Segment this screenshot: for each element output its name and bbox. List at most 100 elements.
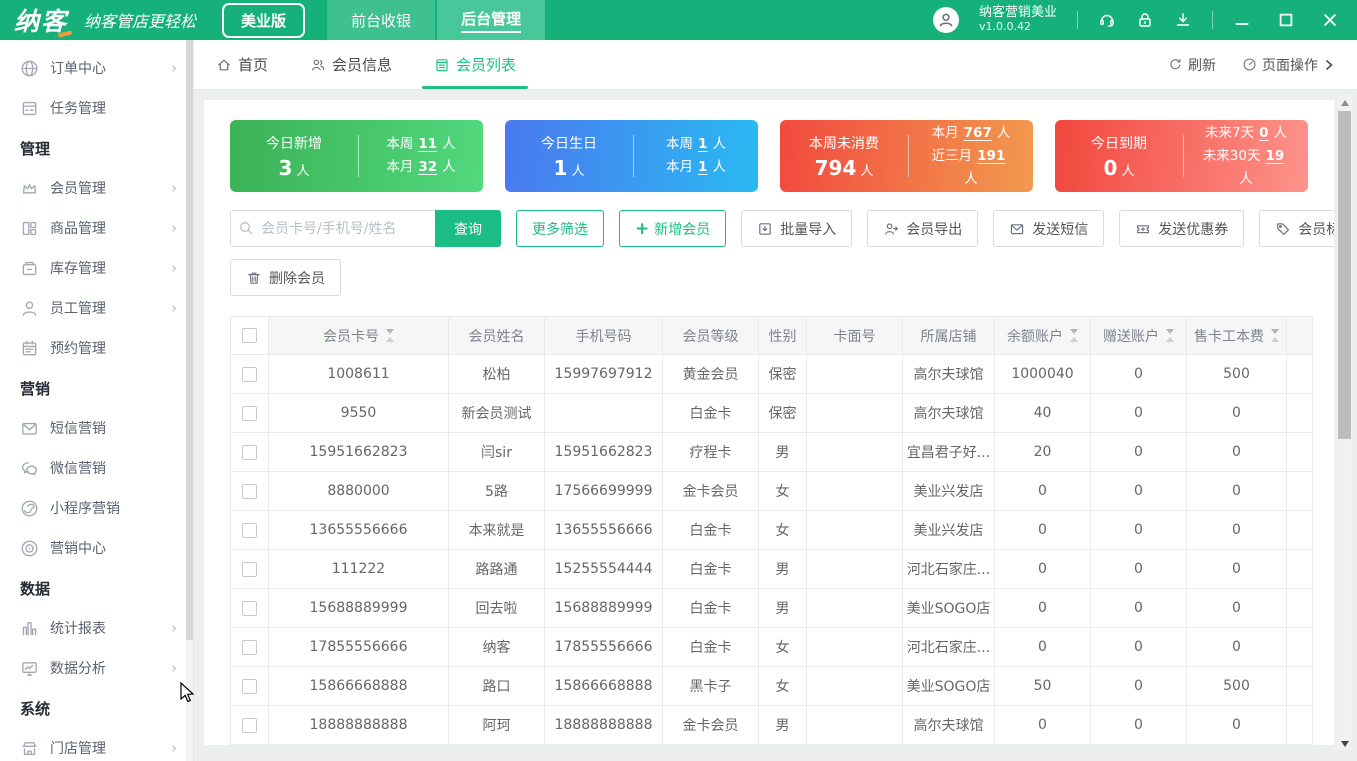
sidebar-item-wechat-marketing[interactable]: 微信营销 — [0, 448, 193, 488]
avatar[interactable] — [932, 7, 959, 33]
nav-tab-front-cashier[interactable]: 前台收银 — [327, 0, 436, 40]
row-checkbox[interactable] — [242, 366, 257, 382]
cell-value: 河北石家庄... — [906, 562, 991, 578]
scroll-down-arrow[interactable] — [1337, 736, 1352, 751]
send-sms-button[interactable]: 发送短信 — [993, 210, 1105, 247]
content-scrollbar[interactable] — [1337, 95, 1352, 751]
member-export-button[interactable]: 会员导出 — [867, 210, 979, 247]
sidebar-item-task-mgmt[interactable]: 任务管理 — [0, 88, 193, 128]
row-checkbox[interactable] — [242, 678, 257, 694]
row-checkbox[interactable] — [242, 522, 257, 538]
sidebar-item-label: 统计报表 — [50, 621, 106, 637]
stat-card-detail: 本周 11 人本月 32 人 — [375, 133, 467, 179]
minimize-icon[interactable] — [1233, 11, 1251, 29]
batch-import-button[interactable]: 批量导入 — [741, 210, 853, 247]
sidebar-item-data-analysis[interactable]: 数据分析 › — [0, 648, 193, 688]
sidebar-item-booking-mgmt[interactable]: 预约管理 — [0, 328, 193, 368]
sidebar-item-member-mgmt[interactable]: 会员管理 › — [0, 168, 193, 208]
sidebar-item-staff-mgmt[interactable]: 员工管理 › — [0, 288, 193, 328]
button-label: 发送短信 — [1032, 221, 1089, 238]
stat-line-value[interactable]: 19 — [1265, 148, 1284, 164]
tab-home[interactable]: 首页 — [216, 40, 268, 89]
member-card-link[interactable]: 15951662823 — [310, 444, 408, 460]
member-card-link[interactable]: 15688889999 — [310, 600, 408, 616]
cell-value: 17566699999 — [554, 483, 653, 499]
sort-icon[interactable] — [1166, 329, 1174, 342]
cell-gender: 女 — [758, 471, 807, 511]
close-icon[interactable] — [1321, 11, 1339, 29]
cell-balance: 1000040 — [994, 354, 1091, 394]
tab-bar: 首页 会员信息 会员列表 刷新 页面操作 — [194, 40, 1357, 90]
sidebar-item-stats-report[interactable]: 统计报表 › — [0, 608, 193, 648]
sidebar-item-marketing-center[interactable]: 营销中心 — [0, 528, 193, 568]
sidebar-item-label: 任务管理 — [50, 101, 106, 117]
sidebar-scrollbar-thumb[interactable] — [186, 40, 193, 640]
toolbar-row-1: 查询 更多筛选 +新增会员 批量导入 会员导出 发送短信 发送优惠券 会员标签 — [230, 210, 1334, 247]
maximize-icon[interactable] — [1277, 11, 1295, 29]
stat-line-value[interactable]: 0 — [1259, 125, 1268, 141]
row-select-cell — [230, 705, 269, 745]
lock-icon[interactable] — [1136, 11, 1154, 29]
member-card-link[interactable]: 1008611 — [327, 366, 389, 382]
cell-phone: 17566699999 — [544, 471, 663, 511]
download-icon[interactable] — [1174, 11, 1192, 29]
sidebar-item-store-mgmt[interactable]: 门店管理 › — [0, 728, 193, 761]
member-card-link[interactable]: 9550 — [341, 405, 377, 421]
sidebar-item-label: 微信营销 — [50, 461, 106, 477]
row-checkbox[interactable] — [242, 600, 257, 616]
stat-line-value[interactable]: 1 — [698, 159, 707, 175]
nav-tab-backend-manage[interactable]: 后台管理 — [437, 0, 546, 40]
row-checkbox[interactable] — [242, 483, 257, 499]
sort-icon[interactable] — [1070, 329, 1078, 342]
row-checkbox[interactable] — [242, 639, 257, 655]
sidebar-item-sms-marketing[interactable]: 短信营销 — [0, 408, 193, 448]
member-tag-button[interactable]: 会员标签 — [1259, 210, 1334, 247]
plus-icon: + — [635, 218, 650, 239]
list-icon — [434, 57, 450, 73]
scroll-up-arrow[interactable] — [1337, 95, 1352, 110]
member-card-link[interactable]: 18888888888 — [310, 717, 408, 733]
search-input[interactable] — [230, 210, 435, 247]
search-button[interactable]: 查询 — [435, 210, 501, 247]
stat-line-value[interactable]: 191 — [977, 148, 1005, 164]
cell-balance: 20 — [994, 432, 1091, 472]
sort-icon[interactable] — [386, 329, 394, 342]
sidebar-item-order-center[interactable]: 订单中心 › — [0, 48, 193, 88]
row-checkbox[interactable] — [242, 717, 257, 733]
cell-phone: 18888888888 — [544, 705, 663, 745]
row-checkbox[interactable] — [242, 444, 257, 460]
stat-line-value[interactable]: 11 — [418, 136, 437, 152]
member-card-link[interactable]: 17855556666 — [310, 639, 408, 655]
add-member-button[interactable]: + 新增会员 — [619, 210, 727, 247]
row-checkbox[interactable] — [242, 405, 257, 421]
edition-button[interactable]: 美业版 — [222, 2, 306, 38]
member-card-link[interactable]: 8880000 — [327, 483, 389, 499]
support-headset-icon[interactable] — [1098, 11, 1116, 29]
member-card-link[interactable]: 15866668888 — [310, 678, 408, 694]
member-card-link[interactable]: 13655556666 — [310, 522, 408, 538]
sort-icon[interactable] — [1271, 329, 1279, 342]
member-card-link[interactable]: 111222 — [332, 561, 385, 577]
stat-line-value[interactable]: 1 — [698, 136, 707, 152]
page-ops-action[interactable]: 页面操作 — [1242, 55, 1335, 75]
content-scrollbar-thumb[interactable] — [1338, 111, 1351, 439]
user-icon — [310, 57, 326, 73]
sidebar-item-product-mgmt[interactable]: 商品管理 › — [0, 208, 193, 248]
stat-line-value[interactable]: 32 — [418, 159, 437, 175]
cell-name: 纳客 — [448, 627, 545, 667]
tab-member-info[interactable]: 会员信息 — [310, 40, 392, 89]
row-select-cell — [230, 549, 269, 589]
send-coupon-button[interactable]: 发送优惠券 — [1119, 210, 1245, 247]
delete-member-button[interactable]: 删除会员 — [230, 259, 341, 296]
sidebar-scrollbar[interactable] — [186, 40, 193, 761]
select-all-checkbox[interactable] — [242, 328, 257, 343]
row-checkbox[interactable] — [242, 561, 257, 577]
more-filter-button[interactable]: 更多筛选 — [516, 210, 604, 247]
cell-value: 0 — [1038, 522, 1047, 538]
stat-line: 本周 11 人 — [375, 133, 467, 156]
stat-line-value[interactable]: 767 — [964, 125, 992, 141]
sidebar-item-miniprogram-marketing[interactable]: 小程序营销 — [0, 488, 193, 528]
refresh-action[interactable]: 刷新 — [1168, 55, 1216, 75]
tab-member-list[interactable]: 会员列表 — [422, 40, 529, 89]
sidebar-item-inventory-mgmt[interactable]: 库存管理 › — [0, 248, 193, 288]
